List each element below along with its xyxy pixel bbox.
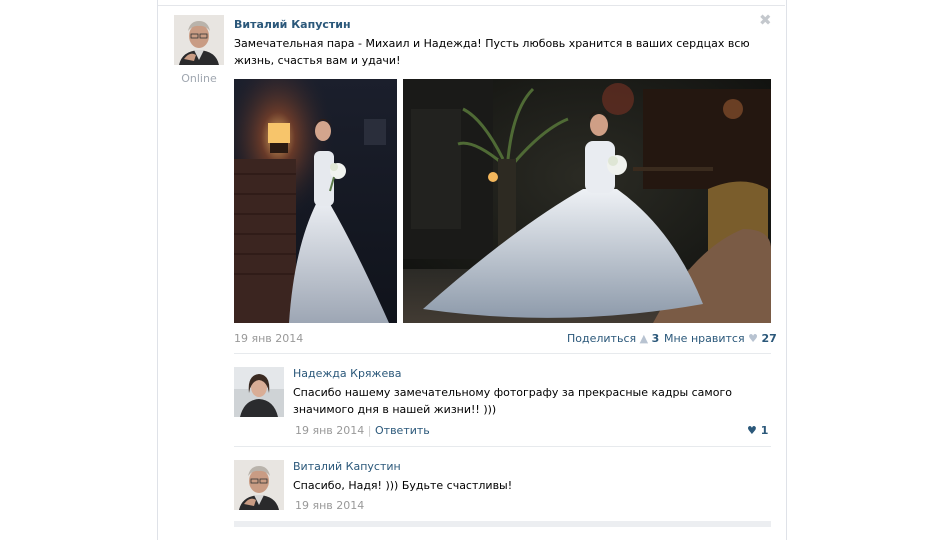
comment-date[interactable]: 19 янв 2014: [295, 424, 364, 437]
comment-input-bar[interactable]: [234, 521, 771, 527]
like-count: 27: [761, 332, 777, 345]
comment-like-count: 1: [760, 424, 769, 437]
post-author-link[interactable]: Виталий Капустин: [234, 18, 351, 31]
online-status: Online: [181, 72, 217, 85]
share-button[interactable]: Поделиться ▲ 3: [567, 332, 659, 345]
share-label: Поделиться: [567, 332, 637, 345]
heart-icon: ♥: [748, 332, 758, 345]
comment-avatar[interactable]: [234, 460, 284, 510]
divider: [234, 353, 771, 354]
like-label: Мне нравится: [664, 332, 745, 345]
post-photo-2[interactable]: [403, 79, 771, 323]
megaphone-icon: ▲: [639, 332, 649, 345]
reply-link[interactable]: Ответить: [375, 424, 430, 437]
comment-author-link[interactable]: Надежда Кряжева: [293, 367, 401, 380]
meta-separator: |: [367, 424, 372, 437]
comment-text: Спасибо, Надя! ))) Будьте счастливы!: [293, 479, 513, 492]
divider: [234, 446, 771, 447]
like-button[interactable]: Мне нравится ♥ 27: [664, 332, 777, 345]
comment-date[interactable]: 19 янв 2014: [295, 499, 364, 512]
comment-author-link[interactable]: Виталий Капустин: [293, 460, 401, 473]
comment-like-button[interactable]: ♥ 1: [747, 424, 768, 437]
post-date[interactable]: 19 янв 2014: [234, 332, 303, 345]
close-icon[interactable]: ✖: [759, 11, 772, 29]
comment-avatar[interactable]: [234, 367, 284, 417]
comment-meta: 19 янв 2014 | Ответить: [295, 424, 430, 437]
post-text: Замечательная пара - Михаил и Надежда! П…: [234, 37, 750, 67]
comment-text: Спасибо нашему замечательному фотографу …: [293, 386, 732, 416]
author-avatar[interactable]: [174, 15, 224, 65]
divider: [158, 5, 785, 6]
post-photo-1[interactable]: [234, 79, 397, 323]
heart-icon: ♥: [747, 424, 757, 437]
share-count: 3: [651, 332, 660, 345]
